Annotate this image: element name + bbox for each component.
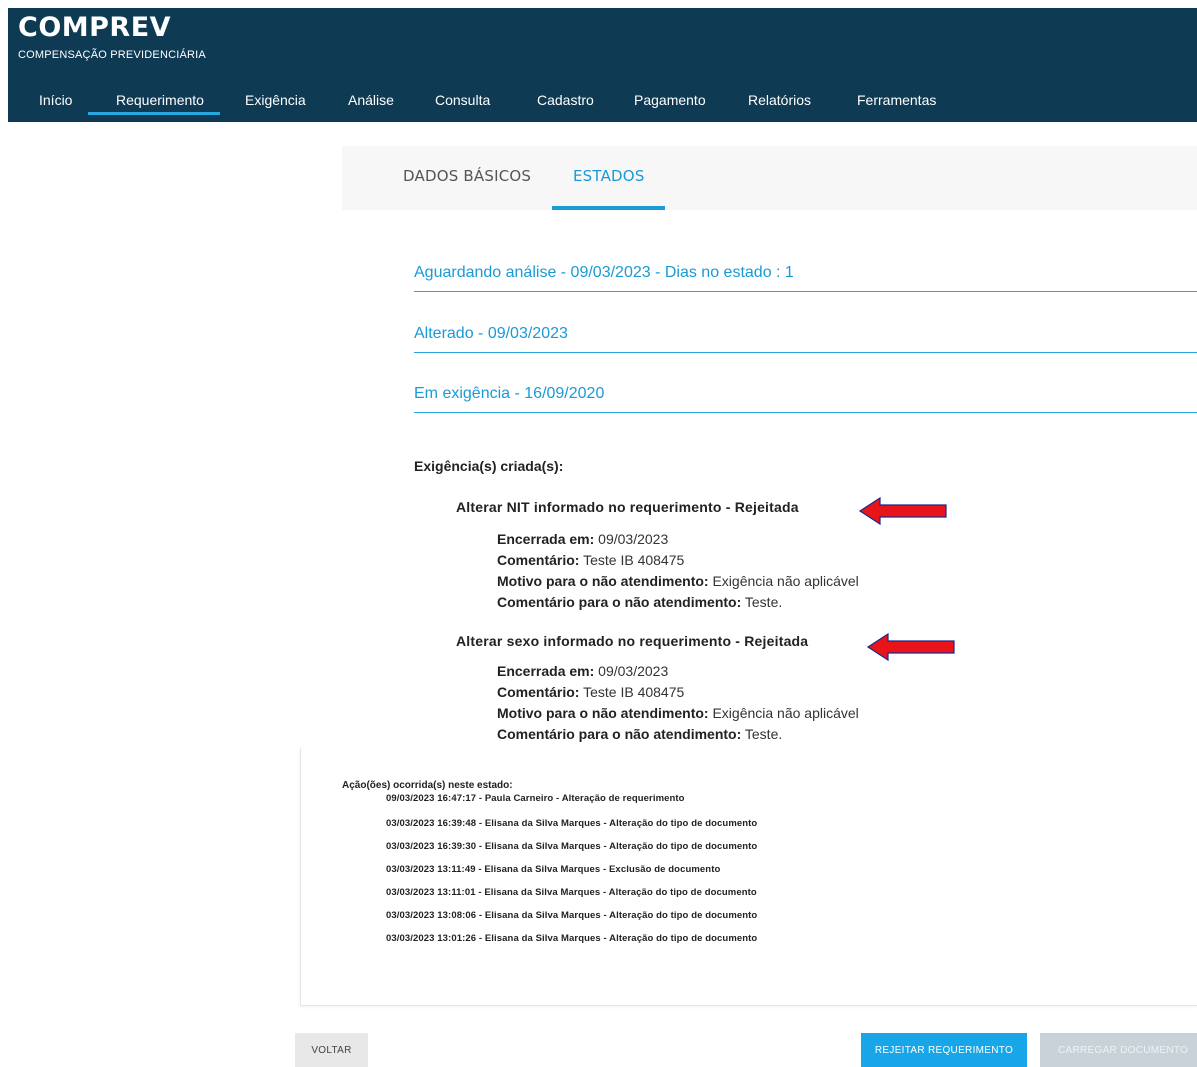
comentario-value: Teste IB 408475 — [583, 552, 685, 568]
exigencia-title: Alterar NIT informado no requerimento - … — [456, 499, 799, 515]
exigencia-title: Alterar sexo informado no requerimento -… — [456, 633, 809, 649]
exigencia-details: Encerrada em: 09/03/2023 Comentário: Tes… — [497, 529, 859, 613]
encerrada-value: 09/03/2023 — [598, 663, 669, 679]
action-item: 09/03/2023 16:47:17 - Paula Carneiro - A… — [386, 793, 685, 804]
state-alterado[interactable]: Alterado - 09/03/2023 — [414, 325, 1197, 353]
state-aguardando-analise[interactable]: Aguardando análise - 09/03/2023 - Dias n… — [414, 264, 1197, 292]
comentario-nao-label: Comentário para o não atendimento: — [497, 594, 742, 610]
encerrada-label: Encerrada em: — [497, 663, 595, 679]
motivo-label: Motivo para o não atendimento: — [497, 705, 709, 721]
action-item: 03/03/2023 13:01:26 - Elisana da Silva M… — [386, 933, 758, 944]
nav-item-ferramentas[interactable]: Ferramentas — [857, 92, 936, 108]
nav-item-exigencia[interactable]: Exigência — [245, 92, 306, 108]
app-header: COMPREV COMPENSAÇÃO PREVIDENCIÁRIA Iníci… — [8, 8, 1197, 122]
comentario-nao-value: Teste. — [744, 594, 783, 610]
tab-active-indicator — [552, 206, 665, 210]
app-logo-title[interactable]: COMPREV — [18, 12, 171, 43]
comentario-value: Teste IB 408475 — [583, 684, 685, 700]
nav-item-analise[interactable]: Análise — [348, 92, 394, 108]
nav-item-inicio[interactable]: Início — [39, 92, 72, 108]
state-em-exigencia[interactable]: Em exigência - 16/09/2020 — [414, 385, 1197, 413]
tabs-bar: DADOS BÁSICOS ESTADOS — [342, 146, 1197, 210]
action-item: 03/03/2023 16:39:48 - Elisana da Silva M… — [386, 818, 758, 829]
comentario-label: Comentário: — [497, 684, 580, 700]
tab-dados-basicos[interactable]: DADOS BÁSICOS — [403, 167, 531, 185]
actions-box: Ação(ões) ocorrida(s) neste estado: 09/0… — [300, 748, 1197, 1006]
motivo-label: Motivo para o não atendimento: — [497, 573, 709, 589]
nav-item-pagamento[interactable]: Pagamento — [634, 92, 706, 108]
arrow-left-icon — [858, 496, 947, 526]
nav-item-relatorios[interactable]: Relatórios — [748, 92, 811, 108]
main-nav: Início Requerimento Exigência Análise Co… — [8, 88, 1197, 122]
action-item: 03/03/2023 16:39:30 - Elisana da Silva M… — [386, 841, 758, 852]
nav-item-cadastro[interactable]: Cadastro — [537, 92, 594, 108]
action-item: 03/03/2023 13:08:06 - Elisana da Silva M… — [386, 910, 758, 921]
app-subtitle: COMPENSAÇÃO PREVIDENCIÁRIA — [18, 49, 206, 61]
encerrada-value: 09/03/2023 — [598, 531, 669, 547]
arrow-left-icon — [866, 632, 955, 662]
comentario-nao-value: Teste. — [744, 726, 783, 742]
nav-active-indicator — [88, 112, 220, 115]
motivo-value: Exigência não aplicável — [712, 705, 859, 721]
comentario-nao-label: Comentário para o não atendimento: — [497, 726, 742, 742]
encerrada-label: Encerrada em: — [497, 531, 595, 547]
exigencias-title: Exigência(s) criada(s): — [414, 458, 564, 474]
action-item: 03/03/2023 13:11:49 - Elisana da Silva M… — [386, 864, 721, 875]
motivo-value: Exigência não aplicável — [712, 573, 859, 589]
states-card: DADOS BÁSICOS ESTADOS Aguardando análise… — [342, 146, 1197, 746]
nav-item-requerimento[interactable]: Requerimento — [116, 92, 204, 108]
tab-estados[interactable]: ESTADOS — [573, 167, 645, 185]
actions-title: Ação(ões) ocorrida(s) neste estado: — [342, 780, 513, 791]
exigencia-details: Encerrada em: 09/03/2023 Comentário: Tes… — [497, 661, 859, 745]
action-item: 03/03/2023 13:11:01 - Elisana da Silva M… — [386, 887, 757, 898]
nav-item-consulta[interactable]: Consulta — [435, 92, 490, 108]
comentario-label: Comentário: — [497, 552, 580, 568]
